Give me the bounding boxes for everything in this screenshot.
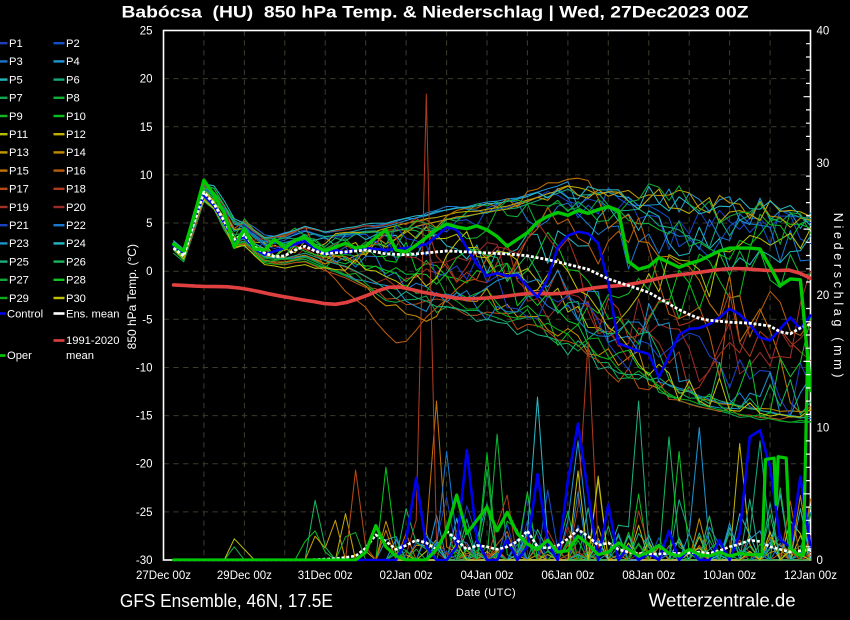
svg-text:P21: P21 [9,220,29,232]
svg-text:P9: P9 [9,111,23,123]
svg-text:mean: mean [66,350,94,362]
svg-text:-25: -25 [136,507,153,519]
svg-text:P12: P12 [66,129,86,141]
svg-text:P28: P28 [66,275,86,287]
svg-text:0: 0 [817,555,823,567]
svg-text:06Jan 00z: 06Jan 00z [541,570,594,582]
svg-text:P3: P3 [9,56,23,68]
svg-text:Babócsa (HU) 850 hPa Temp. &: Babócsa (HU) 850 hPa Temp. & Niederschla… [122,4,749,22]
svg-text:10Jan 00z: 10Jan 00z [703,570,756,582]
svg-text:P19: P19 [9,202,29,214]
svg-text:P23: P23 [9,238,29,250]
svg-text:10: 10 [140,170,153,182]
svg-text:Niederschlag (mm): Niederschlag (mm) [831,213,845,381]
svg-text:-30: -30 [136,555,153,567]
svg-text:P8: P8 [66,93,80,105]
svg-text:P2: P2 [66,38,80,50]
svg-text:P22: P22 [66,220,86,232]
svg-text:25: 25 [140,26,153,38]
svg-text:02Jan 00z: 02Jan 00z [380,570,433,582]
svg-text:P10: P10 [66,111,86,123]
svg-text:31Dec 00z: 31Dec 00z [298,570,353,582]
svg-text:Oper: Oper [7,350,32,362]
svg-text:P16: P16 [66,165,86,177]
svg-text:29Dec 00z: 29Dec 00z [217,570,272,582]
svg-text:04Jan 00z: 04Jan 00z [460,570,513,582]
svg-text:Date (UTC): Date (UTC) [456,587,516,599]
svg-text:P4: P4 [66,56,80,68]
svg-text:P1: P1 [9,38,23,50]
svg-text:P7: P7 [9,93,23,105]
svg-text:20: 20 [140,74,153,86]
svg-text:-5: -5 [142,314,152,326]
svg-text:P11: P11 [9,129,28,141]
svg-text:P18: P18 [66,184,86,196]
svg-text:08Jan 00z: 08Jan 00z [622,570,675,582]
svg-text:P25: P25 [9,256,29,268]
svg-text:Control: Control [7,308,43,320]
svg-text:P15: P15 [9,165,29,177]
svg-text:40: 40 [817,26,830,38]
svg-text:850 hPa Temp. (°C): 850 hPa Temp. (°C) [125,244,139,349]
svg-text:P6: P6 [66,74,80,86]
svg-text:P26: P26 [66,256,86,268]
svg-text:12Jan 00z: 12Jan 00z [784,570,837,582]
svg-text:-15: -15 [136,411,153,423]
svg-text:Wetterzentrale.de: Wetterzentrale.de [649,591,796,611]
svg-text:P27: P27 [9,275,29,287]
svg-text:10: 10 [817,423,830,435]
svg-text:5: 5 [146,218,152,230]
svg-text:P14: P14 [66,147,86,159]
svg-text:P29: P29 [9,293,29,305]
svg-text:P24: P24 [66,238,86,250]
svg-text:1991-2020: 1991-2020 [66,335,120,347]
svg-text:P13: P13 [9,147,29,159]
svg-text:30: 30 [817,158,830,170]
svg-text:Ens. mean: Ens. mean [66,308,119,320]
svg-text:-20: -20 [136,459,153,471]
svg-text:P17: P17 [9,184,29,196]
svg-text:-10: -10 [136,363,153,375]
svg-text:P30: P30 [66,293,86,305]
svg-text:GFS Ensemble, 46N, 17.5E: GFS Ensemble, 46N, 17.5E [120,591,333,611]
svg-text:27Dec 00z: 27Dec 00z [136,570,191,582]
svg-text:20: 20 [817,290,830,302]
svg-text:0: 0 [146,266,152,278]
svg-text:P20: P20 [66,202,86,214]
svg-text:15: 15 [140,122,153,134]
svg-text:P5: P5 [9,74,23,86]
